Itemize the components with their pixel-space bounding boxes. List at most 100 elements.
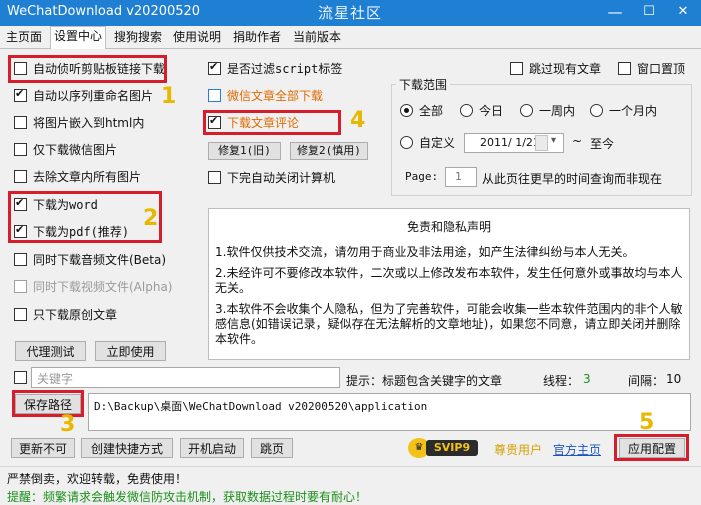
pin-window-checkbox[interactable]: 窗口置顶 [618,60,685,78]
disclaimer-paragraph-3: 3.本软件不会收集个人隐私，但为了完善软件，可能会收集一些本软件范围内的非个人敏… [215,302,683,346]
annotation-number-1: 1 [161,84,177,109]
close-button[interactable]: ✕ [666,0,700,26]
auto-shutdown-checkbox[interactable]: 下完自动关闭计算机 [208,169,335,187]
radio-circle [400,104,413,117]
annotation-number-5: 5 [639,410,655,435]
startup-button[interactable]: 开机启动 [180,438,244,458]
tab-manual[interactable]: 使用说明 [170,28,224,47]
filter-script-checkbox[interactable]: ✔ 是否过滤script标签 [208,60,342,78]
video-checkbox[interactable]: 同时下载视频文件(Alpha) [14,278,172,296]
use-now-button[interactable]: 立即使用 [95,341,166,361]
custom-date-value: 2011/ 1/21 [480,136,540,149]
window-title: WeChatDownload v20200520 [7,4,201,19]
status-divider [0,466,701,467]
remove-images-checkbox[interactable]: 去除文章内所有图片 [14,168,141,186]
tab-version[interactable]: 当前版本 [290,28,344,47]
interval-value[interactable]: 10 [666,372,681,386]
checkbox-box [208,89,221,102]
original-only-checkbox[interactable]: 只下载原创文章 [14,306,117,324]
radio-circle [520,104,533,117]
disclaimer-paragraph-2: 2.未经许可不要修改本软件，二次或以上修改发布本软件，发生任何意外或事故均与本人… [215,266,683,295]
disclaimer-box: 免责和隐私声明 1.软件仅供技术交流，请勿用于商业及非法用途，如产生法律纠纷与本… [208,208,690,360]
only-images-checkbox[interactable]: 仅下载微信图片 [14,141,117,159]
annotation-box-apply [614,434,689,461]
audio-label: 同时下载音频文件(Beta) [33,253,167,267]
create-shortcut-button[interactable]: 创建快捷方式 [81,438,173,458]
remove-images-label: 去除文章内所有图片 [33,170,142,184]
calendar-icon[interactable] [535,135,548,151]
status-line-1: 严禁倒卖，欢迎转载，免费使用！ [7,472,188,486]
range-month-label: 一个月内 [609,104,658,118]
range-today-radio[interactable]: 今日 [460,102,503,120]
annotation-number-4: 4 [350,108,366,133]
proxy-test-button[interactable]: 代理测试 [15,341,86,361]
checkbox-box [618,62,631,75]
tab-sogou-search[interactable]: 搜狗搜索 [111,28,165,47]
original-only-label: 只下载原创文章 [33,308,118,322]
checkbox-box [208,171,221,184]
range-all-label: 全部 [419,104,444,118]
annotation-box-comments [203,110,341,135]
checkbox-box [14,280,27,293]
checkbox-box [14,371,27,384]
keyword-hint: 提示：标题包含关键字的文章 [346,374,503,388]
official-site-link[interactable]: 官方主页 [553,441,601,458]
audio-checkbox[interactable]: 同时下载音频文件(Beta) [14,251,166,269]
range-all-radio[interactable]: 全部 [400,102,443,120]
jump-button[interactable]: 跳页 [251,438,293,458]
minimize-button[interactable]: — [598,0,632,26]
auto-rename-label: 自动以序列重命名图片 [33,89,154,103]
disclaimer-title: 免责和隐私声明 [406,220,491,234]
range-week-radio[interactable]: 一周内 [520,102,575,120]
tab-donate[interactable]: 捐助作者 [230,28,284,47]
status-line-2: 提醒：频繁请求会触发微信防攻击机制，获取数据过程时要有耐心！ [7,490,368,504]
keyword-input[interactable]: 关键字 [31,367,340,388]
svip-label: SVIP9 [426,440,478,456]
custom-date-picker[interactable]: 2011/ 1/21 ▾ [464,133,564,153]
range-custom-label: 自定义 [419,136,456,150]
tab-settings[interactable]: 设置中心 [50,26,107,49]
page-value: 1 [455,170,462,183]
svip-badge: ♛ SVIP9 [408,437,478,459]
radio-circle [460,104,473,117]
annotation-number-3: 3 [60,412,76,437]
page-input[interactable]: 1 [445,167,477,187]
interval-label: 间隔： [628,374,665,388]
range-week-label: 一周内 [539,104,576,118]
page-label: Page: [405,170,439,183]
auto-rename-checkbox[interactable]: ✔ 自动以序列重命名图片 [14,87,153,105]
range-custom-radio[interactable]: 自定义 [400,134,455,152]
embed-images-label: 将图片嵌入到html内 [33,116,145,130]
disclaimer-paragraph-1: 1.软件仅供技术交流，请勿用于商业及非法用途，如产生法律纠纷与本人无关。 [215,245,635,259]
only-images-label: 仅下载微信图片 [33,143,118,157]
download-all-checkbox[interactable]: 微信文章全部下载 [208,87,323,105]
save-path-value: D:\Backup\桌面\WeChatDownload v20200520\ap… [94,400,428,413]
download-range-label: 下载范围 [396,76,451,93]
checkbox-box [14,308,27,321]
fix2-button[interactable]: 修复2(慎用) [290,142,368,160]
save-path-field[interactable]: D:\Backup\桌面\WeChatDownload v20200520\ap… [88,393,691,431]
update-button[interactable]: 更新不可 [11,438,75,458]
range-month-radio[interactable]: 一个月内 [590,102,657,120]
brand-label: 流星社区 [318,4,383,22]
checkbox-box [14,170,27,183]
radio-circle [400,136,413,149]
annotation-box-formats [8,191,162,243]
paid-user-label: 尊贵用户 [494,443,543,457]
tilde-separator: ~ [572,134,583,148]
checkbox-box [14,116,27,129]
keyword-placeholder: 关键字 [37,372,74,386]
download-all-label: 微信文章全部下载 [227,89,324,103]
annotation-number-2: 2 [143,206,159,231]
title-bar: WeChatDownload v20200520 流星社区 — ☐ ✕ [0,0,701,26]
skip-existing-checkbox[interactable]: 跳过现有文章 [510,60,601,78]
maximize-button[interactable]: ☐ [632,0,666,26]
fix1-button[interactable]: 修复1(旧) [208,142,281,160]
video-label: 同时下载视频文件(Alpha) [33,280,173,294]
threads-value[interactable]: 3 [583,372,591,386]
embed-images-checkbox[interactable]: 将图片嵌入到html内 [14,114,144,132]
filter-script-label: 是否过滤script标签 [227,62,343,76]
radio-circle [590,104,603,117]
chevron-down-icon[interactable]: ▾ [551,135,556,146]
tab-main[interactable]: 主页面 [3,28,45,47]
